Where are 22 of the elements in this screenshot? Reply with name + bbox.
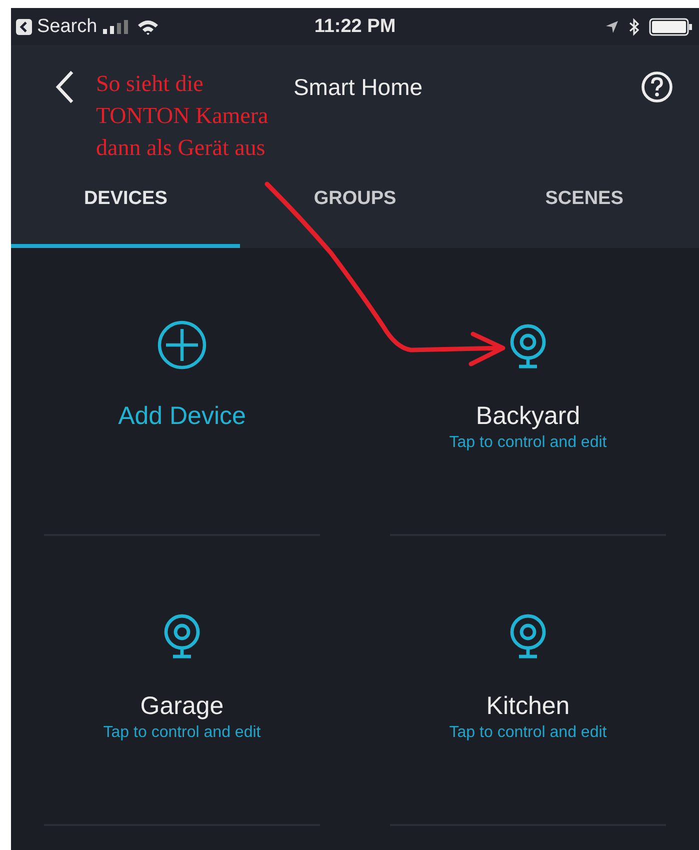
device-hint: Tap to control and edit	[449, 433, 607, 453]
clock-time: 11:22 PM	[314, 16, 396, 36]
annotation-text: So sieht die TONTON Kamera dann als Gerät aus	[96, 70, 268, 162]
add-device-button[interactable]: Add Device	[118, 400, 246, 432]
back-to-app-link[interactable]: Search	[15, 16, 98, 38]
tab[interactable]: GROUPS	[240, 165, 470, 248]
add-icon[interactable]	[157, 320, 207, 370]
bluetooth-icon	[629, 18, 639, 36]
device-hint: Tap to control and edit	[103, 723, 261, 743]
device-name[interactable]: Kitchen	[486, 690, 570, 722]
screen-title: Smart Home	[293, 74, 423, 100]
tab[interactable]: DEVICES	[11, 165, 240, 248]
device-hint: Tap to control and edit	[449, 723, 607, 743]
battery-icon	[649, 18, 693, 36]
location-arrow-icon	[605, 20, 619, 34]
device-name[interactable]: Garage	[140, 690, 224, 722]
tab[interactable]: SCENES	[470, 165, 699, 248]
wifi-icon	[137, 18, 160, 34]
camera-icon[interactable]	[508, 614, 548, 660]
camera-icon[interactable]	[508, 324, 548, 370]
device-name[interactable]: Backyard	[476, 400, 580, 432]
camera-icon[interactable]	[162, 614, 202, 660]
